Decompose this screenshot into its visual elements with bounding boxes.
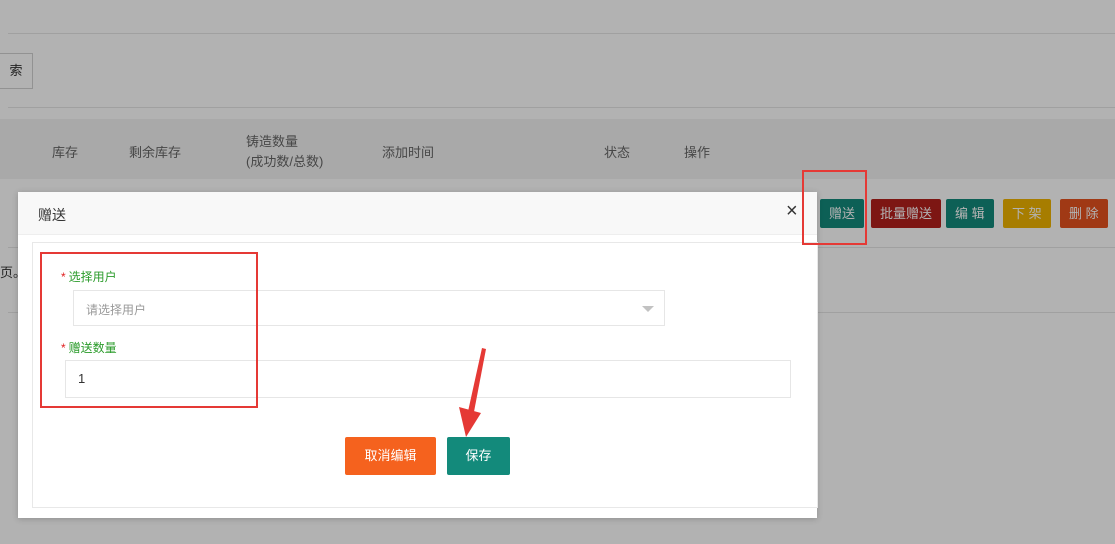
save-button[interactable]: 保存 bbox=[447, 437, 510, 475]
cancel-edit-button[interactable]: 取消编辑 bbox=[345, 437, 436, 475]
close-icon[interactable]: × bbox=[786, 200, 798, 223]
annotation-highlight-gift bbox=[802, 170, 867, 245]
chevron-down-icon bbox=[642, 306, 654, 312]
modal-header: 赠送 × bbox=[18, 192, 817, 235]
annotation-highlight-form-fields bbox=[40, 252, 258, 408]
annotation-arrow-icon bbox=[459, 348, 486, 437]
modal-title: 赠送 bbox=[38, 207, 66, 223]
